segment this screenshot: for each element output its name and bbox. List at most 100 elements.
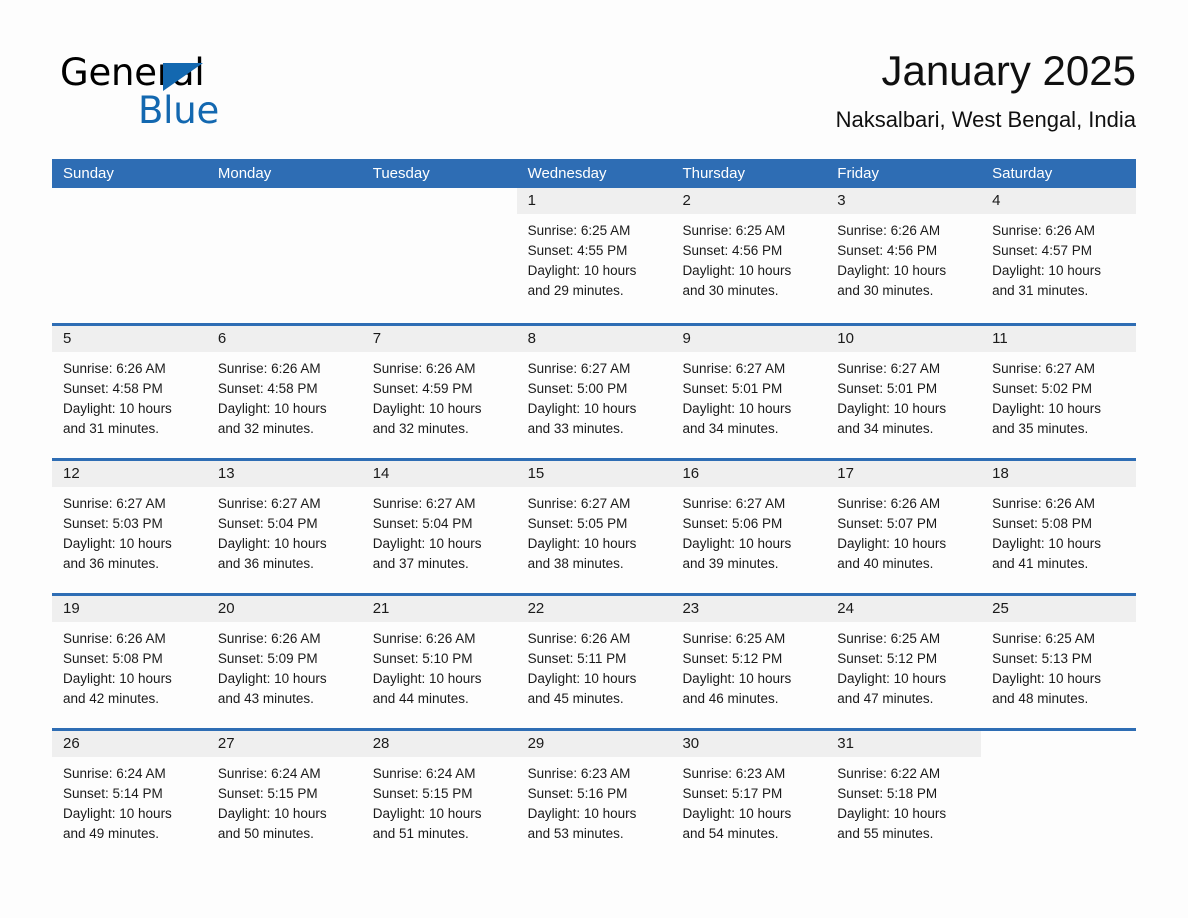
day-cell[interactable]: 5 Sunrise: 6:26 AM Sunset: 4:58 PM Daylight… (52, 326, 207, 458)
day-number: 17 (826, 461, 982, 487)
sunrise-text: Sunrise: 6:26 AM (992, 223, 1095, 238)
day-details: Sunrise: 6:24 AM Sunset: 5:15 PM Daylight:… (362, 757, 517, 844)
sunset-text: Sunset: 5:18 PM (837, 786, 938, 801)
day-number: 13 (206, 461, 362, 487)
daylight-text-line1: Daylight: 10 hours (992, 401, 1101, 416)
general-blue-logo: General Blue (60, 52, 330, 132)
weekday-tuesday: Tuesday (372, 165, 430, 182)
daylight-text-line2: and 30 minutes. (682, 283, 779, 298)
calendar-grid: Sunday Monday Tuesday Wednesday Thursday… (52, 159, 1137, 863)
daylight-text-line2: and 48 minutes. (992, 691, 1089, 706)
sunrise-text: Sunrise: 6:26 AM (372, 361, 476, 376)
day-details: Sunrise: 6:26 AM Sunset: 4:58 PM Daylight:… (52, 352, 207, 439)
day-cell[interactable]: 16 Sunrise: 6:27 AM Sunset: 5:06 PM Dayligh… (671, 461, 827, 593)
day-cell[interactable]: 7 Sunrise: 6:26 AM Sunset: 4:59 PM Daylight… (361, 326, 517, 458)
day-number: 29 (516, 731, 672, 757)
day-cell[interactable]: 23 Sunrise: 6:25 AM Sunset: 5:12 PM Dayligh… (671, 596, 827, 728)
sunrise-text: Sunrise: 6:25 AM (527, 223, 631, 238)
day-number: 11 (981, 326, 1137, 352)
day-details: Sunrise: 6:23 AM Sunset: 5:16 PM Daylight:… (517, 757, 672, 844)
day-cell[interactable]: 17 Sunrise: 6:26 AM Sunset: 5:07 PM Dayligh… (826, 461, 982, 593)
day-cell[interactable]: 3 Sunrise: 6:26 AM Sunset: 4:56 PM Daylight… (826, 188, 982, 323)
sunrise-text: Sunrise: 6:27 AM (527, 361, 631, 376)
day-cell[interactable]: 21 Sunrise: 6:26 AM Sunset: 5:10 PM Dayligh… (361, 596, 517, 728)
day-cell[interactable]: 25 Sunrise: 6:25 AM Sunset: 5:13 PM Dayligh… (981, 596, 1137, 728)
sunrise-text: Sunrise: 6:27 AM (682, 496, 786, 511)
day-cell[interactable]: 28 Sunrise: 6:24 AM Sunset: 5:15 PM Dayligh… (361, 731, 517, 863)
sunset-text: Sunset: 5:03 PM (63, 516, 163, 531)
sunset-text: Sunset: 5:08 PM (63, 651, 163, 666)
day-details: Sunrise: 6:25 AM Sunset: 5:12 PM Daylight:… (826, 622, 981, 709)
day-details: Sunrise: 6:27 AM Sunset: 5:01 PM Daylight:… (671, 352, 826, 439)
day-number: 12 (52, 461, 207, 487)
day-cell[interactable]: 30 Sunrise: 6:23 AM Sunset: 5:17 PM Dayligh… (671, 731, 827, 863)
day-cell-empty (52, 188, 207, 323)
day-number: 6 (206, 326, 362, 352)
daylight-text-line2: and 37 minutes. (372, 556, 469, 571)
daylight-text-line1: Daylight: 10 hours (992, 671, 1101, 686)
day-details: Sunrise: 6:26 AM Sunset: 4:56 PM Daylight:… (826, 214, 981, 301)
daylight-text-line2: and 53 minutes. (527, 826, 624, 841)
day-cell[interactable]: 1 Sunrise: 6:25 AM Sunset: 4:55 PM Daylight… (516, 188, 672, 323)
day-cell[interactable]: 24 Sunrise: 6:25 AM Sunset: 5:12 PM Dayligh… (826, 596, 982, 728)
day-cell[interactable]: 20 Sunrise: 6:26 AM Sunset: 5:09 PM Dayligh… (206, 596, 362, 728)
sunset-text: Sunset: 5:13 PM (992, 651, 1092, 666)
day-number: 1 (516, 188, 672, 214)
sunrise-text: Sunrise: 6:24 AM (63, 766, 166, 781)
sunrise-text: Sunrise: 6:25 AM (682, 631, 786, 646)
day-cell[interactable]: 9 Sunrise: 6:27 AM Sunset: 5:01 PM Daylight… (671, 326, 827, 458)
day-number: 10 (826, 326, 982, 352)
daylight-text-line1: Daylight: 10 hours (527, 263, 637, 278)
day-cell[interactable]: 13 Sunrise: 6:27 AM Sunset: 5:04 PM Dayligh… (206, 461, 362, 593)
weekday-thursday: Thursday (682, 165, 745, 182)
day-details: Sunrise: 6:27 AM Sunset: 5:01 PM Daylight:… (826, 352, 981, 439)
day-details: Sunrise: 6:26 AM Sunset: 5:07 PM Daylight:… (826, 487, 981, 574)
day-details: Sunrise: 6:27 AM Sunset: 5:03 PM Daylight:… (52, 487, 207, 574)
day-cell[interactable]: 19 Sunrise: 6:26 AM Sunset: 5:08 PM Dayligh… (52, 596, 207, 728)
day-cell[interactable]: 4 Sunrise: 6:26 AM Sunset: 4:57 PM Daylight… (981, 188, 1137, 323)
sunrise-text: Sunrise: 6:26 AM (217, 361, 321, 376)
daylight-text-line1: Daylight: 10 hours (837, 536, 947, 551)
sunrise-text: Sunrise: 6:25 AM (682, 223, 786, 238)
day-cell[interactable]: 31 Sunrise: 6:22 AM Sunset: 5:18 PM Dayligh… (826, 731, 982, 863)
daylight-text-line1: Daylight: 10 hours (682, 401, 792, 416)
day-number: 20 (206, 596, 362, 622)
sunset-text: Sunset: 5:11 PM (527, 651, 627, 666)
day-cell[interactable]: 2 Sunrise: 6:25 AM Sunset: 4:56 PM Daylight… (671, 188, 827, 323)
weekday-saturday: Saturday (992, 165, 1053, 182)
day-number (207, 188, 362, 214)
day-cell[interactable]: 11 Sunrise: 6:27 AM Sunset: 5:02 PM Dayligh… (981, 326, 1137, 458)
sunset-text: Sunset: 5:02 PM (992, 381, 1092, 396)
sunrise-text: Sunrise: 6:25 AM (992, 631, 1095, 646)
day-cell[interactable]: 27 Sunrise: 6:24 AM Sunset: 5:15 PM Dayligh… (206, 731, 362, 863)
daylight-text-line2: and 36 minutes. (63, 556, 160, 571)
sunrise-text: Sunrise: 6:25 AM (837, 631, 941, 646)
day-number: 4 (981, 188, 1137, 214)
daylight-text-line2: and 39 minutes. (682, 556, 779, 571)
day-cell[interactable]: 29 Sunrise: 6:23 AM Sunset: 5:16 PM Dayligh… (516, 731, 672, 863)
sunrise-text: Sunrise: 6:26 AM (217, 631, 321, 646)
day-cell[interactable]: 10 Sunrise: 6:27 AM Sunset: 5:01 PM Dayligh… (826, 326, 982, 458)
day-number: 30 (671, 731, 827, 757)
day-number: 15 (516, 461, 672, 487)
daylight-text-line1: Daylight: 10 hours (63, 671, 172, 686)
day-cell[interactable]: 22 Sunrise: 6:26 AM Sunset: 5:11 PM Dayligh… (516, 596, 672, 728)
day-cell[interactable]: 8 Sunrise: 6:27 AM Sunset: 5:00 PM Daylight… (516, 326, 672, 458)
daylight-text-line1: Daylight: 10 hours (217, 806, 327, 821)
day-number: 16 (671, 461, 827, 487)
daylight-text-line2: and 32 minutes. (372, 421, 469, 436)
day-cell[interactable]: 18 Sunrise: 6:26 AM Sunset: 5:08 PM Dayligh… (981, 461, 1137, 593)
day-cell[interactable]: 15 Sunrise: 6:27 AM Sunset: 5:05 PM Dayligh… (516, 461, 672, 593)
day-details: Sunrise: 6:26 AM Sunset: 4:57 PM Daylight:… (981, 214, 1136, 301)
day-cell[interactable]: 12 Sunrise: 6:27 AM Sunset: 5:03 PM Dayligh… (52, 461, 207, 593)
day-cell[interactable]: 6 Sunrise: 6:26 AM Sunset: 4:58 PM Daylight… (206, 326, 362, 458)
day-number: 7 (361, 326, 517, 352)
day-cell[interactable]: 26 Sunrise: 6:24 AM Sunset: 5:14 PM Dayligh… (52, 731, 207, 863)
sunset-text: Sunset: 5:16 PM (527, 786, 628, 801)
day-number: 14 (361, 461, 517, 487)
week-row: 1 Sunrise: 6:25 AM Sunset: 4:55 PM Daylight… (52, 188, 1137, 323)
day-cell[interactable]: 14 Sunrise: 6:27 AM Sunset: 5:04 PM Dayligh… (361, 461, 517, 593)
daylight-text-line2: and 40 minutes. (837, 556, 934, 571)
daylight-text-line1: Daylight: 10 hours (527, 671, 637, 686)
calendar-page: General Blue January 2025 Naksalbari, We… (0, 0, 1188, 918)
